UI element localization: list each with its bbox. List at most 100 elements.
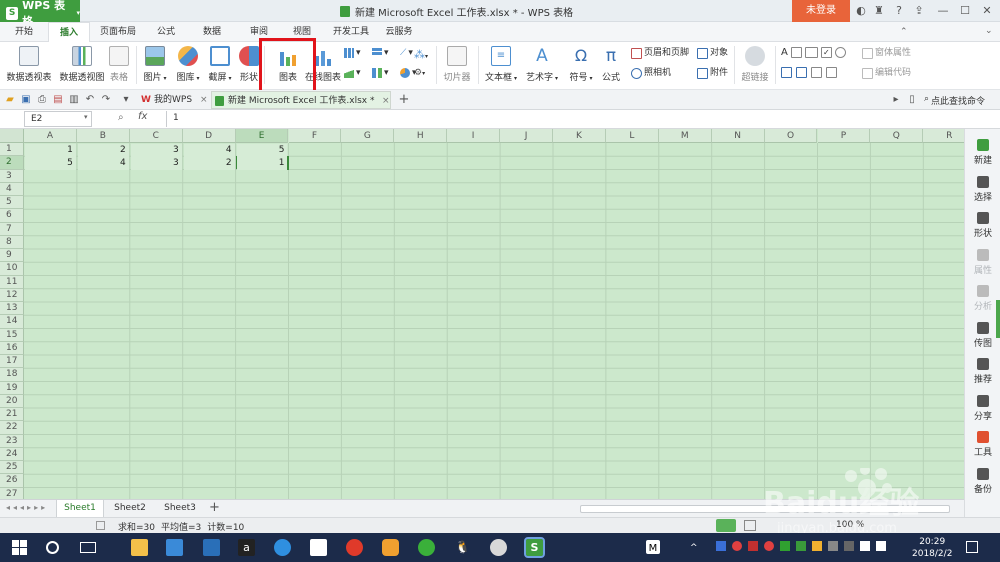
column-header-c[interactable]: C [129,129,183,143]
add-sheet-icon[interactable]: + [209,500,220,515]
close-icon[interactable]: ✕ [980,4,994,18]
tray-app-icon[interactable] [780,541,790,551]
pivot-table-button[interactable]: 数据透视表 [4,42,54,88]
store-icon[interactable] [166,539,183,556]
undo-icon[interactable]: ↶ [84,94,96,106]
tab-insert[interactable]: 插入 [48,22,90,42]
command-search[interactable]: ⌕ 点此查找命令 [924,94,985,107]
gallery-button[interactable]: 图库 ▾ [172,42,204,88]
bar-chart-icon[interactable]: ▾ [372,46,400,60]
textbox-button[interactable]: ≡ 文本框 ▾ [482,42,520,88]
row-header-23[interactable]: 23 [0,434,24,448]
wps-taskbar-icon[interactable]: S [524,537,545,558]
panel-item-analyze[interactable]: 分析 [965,285,1000,312]
taskbar-clock[interactable]: 20:29 2018/2/2 [912,536,952,560]
close-tab-icon[interactable]: × [382,92,390,110]
macro-record-icon[interactable] [96,521,105,530]
doc-tab-workbook[interactable]: 新建 Microsoft Excel 工作表.xlsx * × [211,91,391,109]
scatter-chart-icon[interactable]: ⁂▾ [414,48,428,61]
select-all-corner[interactable] [0,129,24,143]
cell-c2[interactable]: 3 [130,157,182,171]
row-header-7[interactable]: 7 [0,222,24,236]
panel-item-backup[interactable]: 备份 [965,467,1000,495]
camera-button[interactable]: 照相机 [631,66,671,80]
spreadsheet-grid[interactable]: A B C D E F G H I J K L M N O P Q R 1 2 3 4 5 6 7 8 9 10 11 12 13 14 15 1… [0,129,964,499]
tray-app-icon[interactable] [748,541,758,551]
redo-icon[interactable]: ↷ [100,94,112,106]
screenshot-button[interactable]: 截屏 ▾ [205,42,235,88]
column-header-r[interactable]: R [923,129,964,143]
column-header-o[interactable]: O [764,129,818,143]
attachment-button[interactable]: 附件 [697,66,728,80]
maximize-icon[interactable]: ☐ [958,4,972,18]
textbox-control-icon[interactable] [790,47,802,58]
tray-expand-icon[interactable]: ^ [690,543,698,553]
print-icon[interactable]: ⎙ [36,94,48,106]
minimize-icon[interactable]: — [936,4,950,18]
row-header-2[interactable]: 2 [0,156,24,170]
row-header-18[interactable]: 18 [0,368,24,382]
listbox-control-icon[interactable] [781,67,792,78]
desktop-icon[interactable] [203,539,220,556]
row-header-21[interactable]: 21 [0,408,24,422]
cell-b2[interactable]: 4 [77,157,129,171]
wps-app-menu-button[interactable]: S WPS 表格 ▾ [0,0,80,28]
ie-browser-icon[interactable] [274,539,291,556]
notification-icon[interactable] [966,541,978,553]
tray-app-icon[interactable] [796,541,806,551]
column-header-p[interactable]: P [817,129,871,143]
row-header-20[interactable]: 20 [0,394,24,408]
panel-item-recommend[interactable]: 推荐 [965,358,1000,385]
row-header-10[interactable]: 10 [0,262,24,276]
volume-icon[interactable] [860,541,870,551]
tab-data[interactable]: 数据 [196,22,228,42]
header-footer-button[interactable]: 页眉和页脚 [631,46,689,60]
panel-collapse-handle[interactable] [996,300,1000,338]
column-header-d[interactable]: D [182,129,236,143]
windows-start-icon[interactable] [12,540,27,555]
media-icon[interactable] [490,539,507,556]
insert-function-button[interactable]: fx [138,111,147,122]
row-header-25[interactable]: 25 [0,461,24,475]
save-icon[interactable]: ▣ [20,94,32,106]
sheet-tab-2[interactable]: Sheet2 [106,500,154,518]
row-header-24[interactable]: 24 [0,447,24,461]
row-header-17[interactable]: 17 [0,355,24,369]
row-header-22[interactable]: 22 [0,421,24,435]
login-button[interactable]: 未登录 [792,0,850,22]
tab-page-layout[interactable]: 页面布局 [94,22,142,42]
cell-d2[interactable]: 2 [183,157,235,171]
normal-view-icon[interactable] [716,519,736,532]
column-header-k[interactable]: K [553,129,606,143]
wordart-button[interactable]: A 艺术字 ▾ [522,42,562,88]
row-header-14[interactable]: 14 [0,315,24,329]
spin-control-icon[interactable] [811,67,822,78]
row-header-26[interactable]: 26 [0,474,24,488]
upload-icon[interactable]: ⇪ [912,4,926,18]
tray-m-icon[interactable]: M [646,540,660,554]
ribbon-options-icon[interactable]: ⌄ [985,26,993,36]
customize-qat-icon[interactable]: ▾ [120,94,132,106]
column-header-i[interactable]: I [447,129,501,143]
row-header-19[interactable]: 19 [0,381,24,395]
sheet-tab-3[interactable]: Sheet3 [156,500,204,518]
column-header-m[interactable]: M [658,129,712,143]
tray-app-icon[interactable] [732,541,742,551]
column-header-a[interactable]: A [24,129,77,143]
checkbox-control-icon[interactable]: ✓ [820,47,832,58]
row-header-5[interactable]: 5 [0,196,24,210]
button-control-icon[interactable] [804,47,818,58]
collapse-ribbon-icon[interactable]: ⌃ [900,27,908,37]
shape-button[interactable]: 形状 [237,42,261,88]
row-header-9[interactable]: 9 [0,249,24,263]
row-header-8[interactable]: 8 [0,235,24,249]
picture-button[interactable]: 图片 ▾ [140,42,170,88]
tray-app-icon[interactable] [764,541,774,551]
label-control-icon[interactable]: A [781,47,788,58]
formula-input[interactable]: 1 [166,111,956,127]
new-tab-icon[interactable]: + [398,93,410,106]
tab-formulas[interactable]: 公式 [150,22,182,42]
sheet-navigation-icon[interactable]: ◂◂◂▸▸▸ [6,503,48,512]
panel-item-new[interactable]: 新建 [965,139,1000,166]
doc-manager-icon[interactable]: ▯ [906,94,918,106]
